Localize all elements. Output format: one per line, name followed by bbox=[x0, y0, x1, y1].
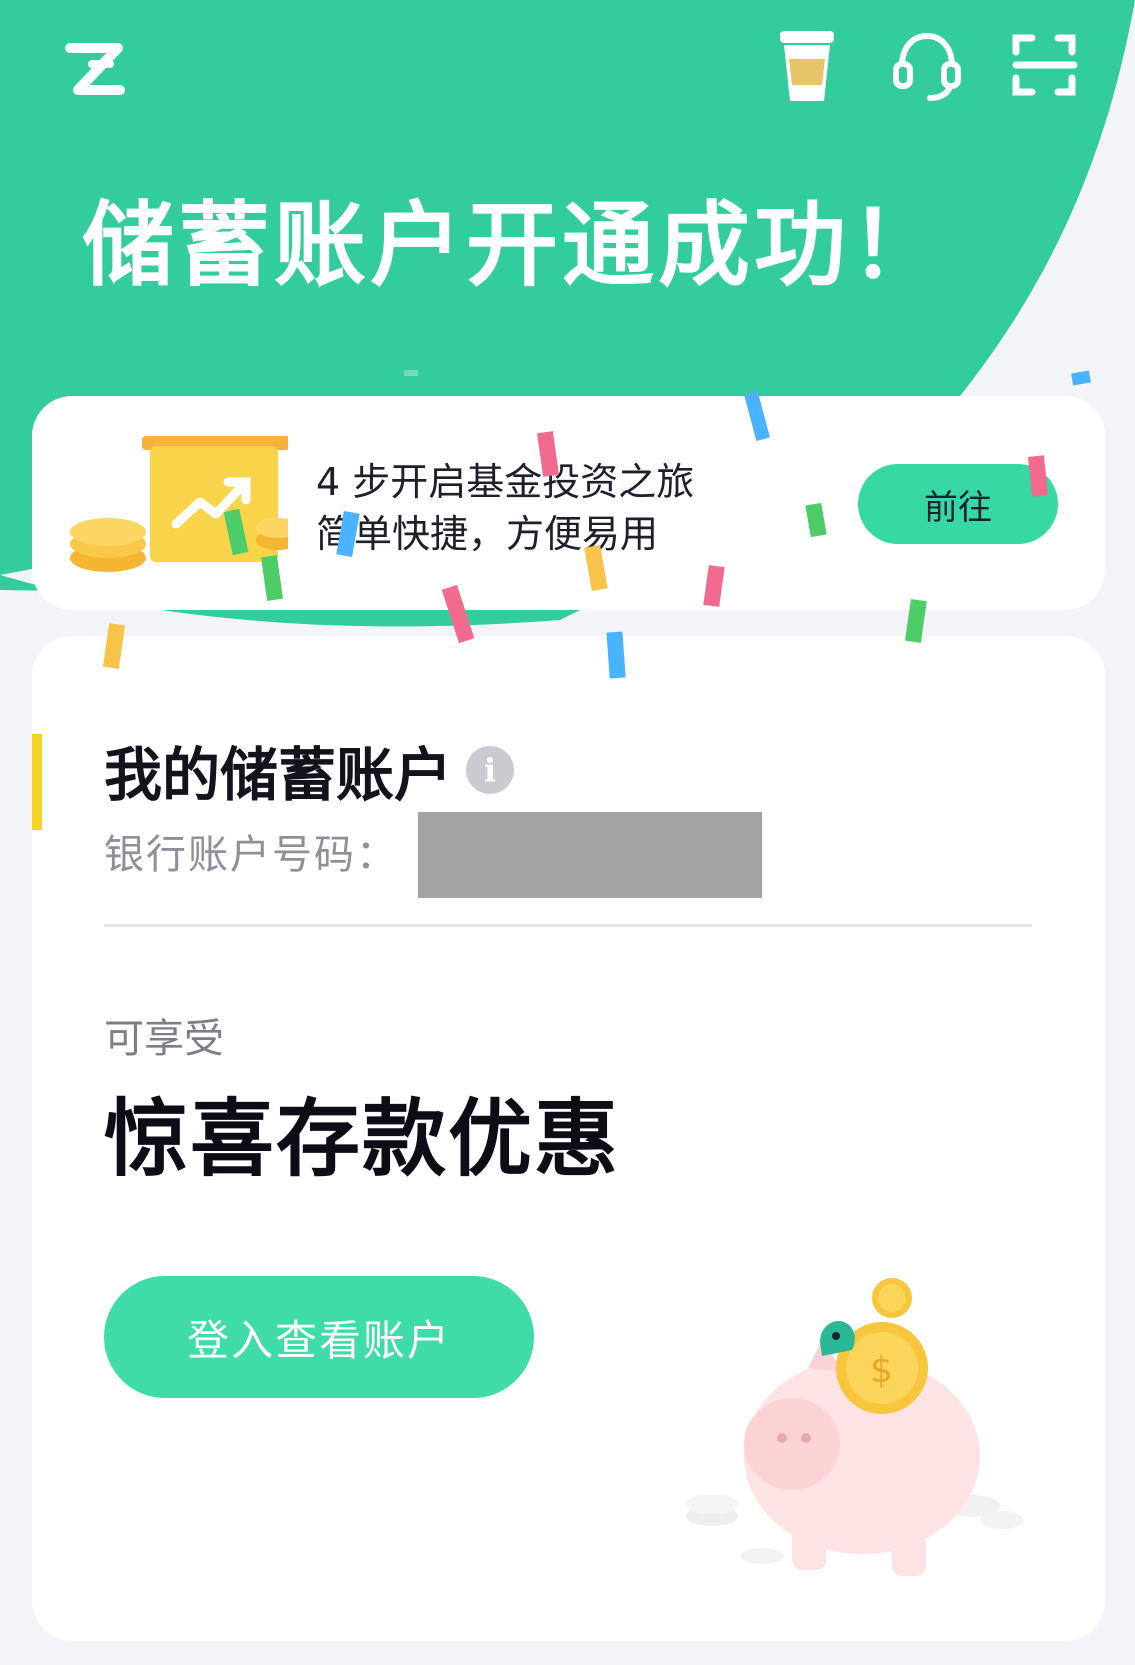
info-icon[interactable]: i bbox=[466, 746, 515, 794]
zeta-logo-icon[interactable] bbox=[50, 24, 140, 114]
section-title-text: 我的储蓄账户 bbox=[104, 741, 453, 809]
headset-icon[interactable] bbox=[882, 20, 972, 110]
fund-promo-card[interactable]: 4 步开启基金投资之旅 简单快捷，方便易用 前往 bbox=[32, 396, 1105, 610]
section-accent-bar bbox=[32, 734, 42, 830]
scan-icon[interactable] bbox=[1000, 20, 1090, 110]
svg-text:$: $ bbox=[870, 1350, 893, 1391]
account-number-label: 银行账户号码： bbox=[104, 832, 398, 878]
savings-account-card: 我的储蓄账户 i 银行账户号码： 可享受 惊喜存款优惠 登入查看账户 $ bbox=[32, 636, 1105, 1641]
promo-text: 4 步开启基金投资之旅 简单快捷，方便易用 bbox=[316, 456, 694, 560]
go-button[interactable]: 前往 bbox=[858, 464, 1058, 544]
piggy-bank-icon: $ bbox=[686, 1278, 1024, 1576]
offer-title: 惊喜存款优惠 bbox=[104, 1090, 621, 1188]
promo-line-1: 4 步开启基金投资之旅 bbox=[316, 460, 695, 504]
enjoy-label: 可享受 bbox=[104, 1016, 224, 1062]
promo-line-2: 简单快捷，方便易用 bbox=[316, 512, 659, 556]
divider bbox=[104, 924, 1032, 927]
fund-chart-coins-icon bbox=[70, 436, 288, 572]
login-view-account-button[interactable]: 登入查看账户 bbox=[104, 1276, 534, 1398]
coffee-cup-icon[interactable] bbox=[762, 20, 852, 110]
page-title: 储蓄账户开通成功！ bbox=[82, 192, 947, 299]
section-title: 我的储蓄账户 i bbox=[104, 728, 515, 812]
account-number-redacted bbox=[418, 812, 762, 898]
